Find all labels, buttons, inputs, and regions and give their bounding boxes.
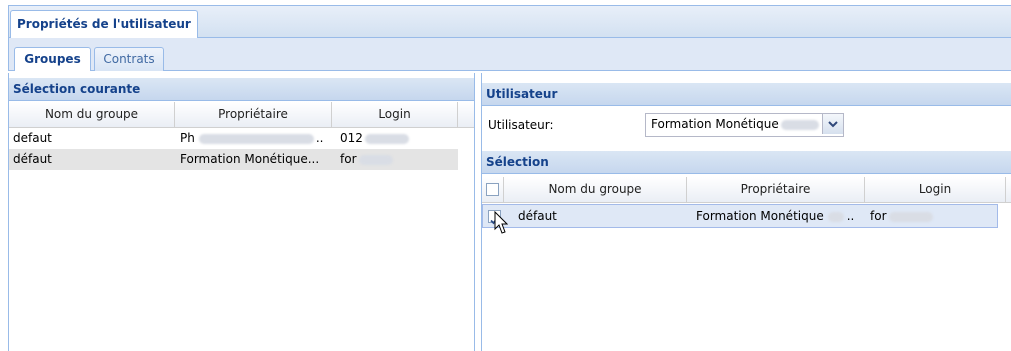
cell-group-name: defaut: [13, 131, 52, 145]
table-row[interactable]: defaut Ph.. 012: [9, 128, 458, 149]
cell-owner: Formation Monétique...: [180, 152, 320, 166]
redacted-text: [781, 120, 819, 130]
cell-group-name: défaut: [518, 209, 557, 223]
owner-ellipsis: ..: [846, 209, 855, 223]
login-text: for: [340, 152, 357, 166]
column-header-owner[interactable]: Propriétaire: [175, 102, 332, 127]
user-combo-value: Formation Monétique: [651, 117, 779, 131]
current-selection-panel: Sélection courante Nom du groupe Proprié…: [8, 73, 475, 351]
owner-text: Ph: [180, 131, 195, 145]
mouse-cursor-icon: [494, 211, 508, 234]
redacted-text: [827, 211, 844, 222]
redacted-text: [198, 133, 314, 144]
cell-owner: Formation Monétique..: [696, 205, 864, 227]
cell-group-name: défaut: [13, 152, 52, 166]
redacted-text: [364, 133, 409, 144]
owner-ellipsis: ..: [315, 131, 324, 145]
checkbox-icon[interactable]: [486, 183, 499, 196]
column-header-group-name[interactable]: Nom du groupe: [504, 177, 687, 202]
owner-text: Formation Monétique: [696, 209, 824, 223]
column-header-group-name[interactable]: Nom du groupe: [9, 102, 175, 127]
grid-header: Nom du groupe Propriétaire Login: [9, 102, 474, 128]
user-combo[interactable]: Formation Monétique: [645, 113, 844, 137]
redacted-text: [358, 154, 393, 165]
panel-title-current-selection: Sélection courante: [9, 78, 474, 101]
table-row-selected[interactable]: défaut Formation Monétique... for: [9, 149, 458, 170]
login-text: for: [870, 209, 887, 223]
cell-login: for: [870, 205, 990, 227]
redacted-text: [888, 211, 933, 222]
cell-login: for: [340, 149, 450, 169]
grid-header: Nom du groupe Propriétaire Login: [482, 177, 1011, 203]
login-text: 012: [340, 131, 363, 145]
column-header-select-all[interactable]: [482, 177, 504, 202]
cell-owner: Ph..: [180, 128, 330, 148]
chevron-down-icon[interactable]: [822, 114, 843, 134]
user-field-label: Utilisateur:: [488, 118, 554, 132]
column-header-login[interactable]: Login: [865, 177, 1006, 202]
table-row-selected[interactable]: défaut Formation Monétique.. for: [482, 204, 998, 228]
panel-title-user: Utilisateur: [482, 83, 1011, 106]
tab-groupes[interactable]: Groupes: [14, 47, 91, 71]
column-header-login[interactable]: Login: [332, 102, 458, 127]
tab-contrats[interactable]: Contrats: [94, 47, 164, 71]
tab-user-properties[interactable]: Propriétés de l'utilisateur: [10, 10, 198, 38]
user-panel: Utilisateur Utilisateur: Formation Monét…: [481, 73, 1011, 351]
panel-title-selection: Sélection: [482, 151, 1011, 174]
cell-login: 012: [340, 128, 450, 148]
column-header-owner[interactable]: Propriétaire: [687, 177, 865, 202]
